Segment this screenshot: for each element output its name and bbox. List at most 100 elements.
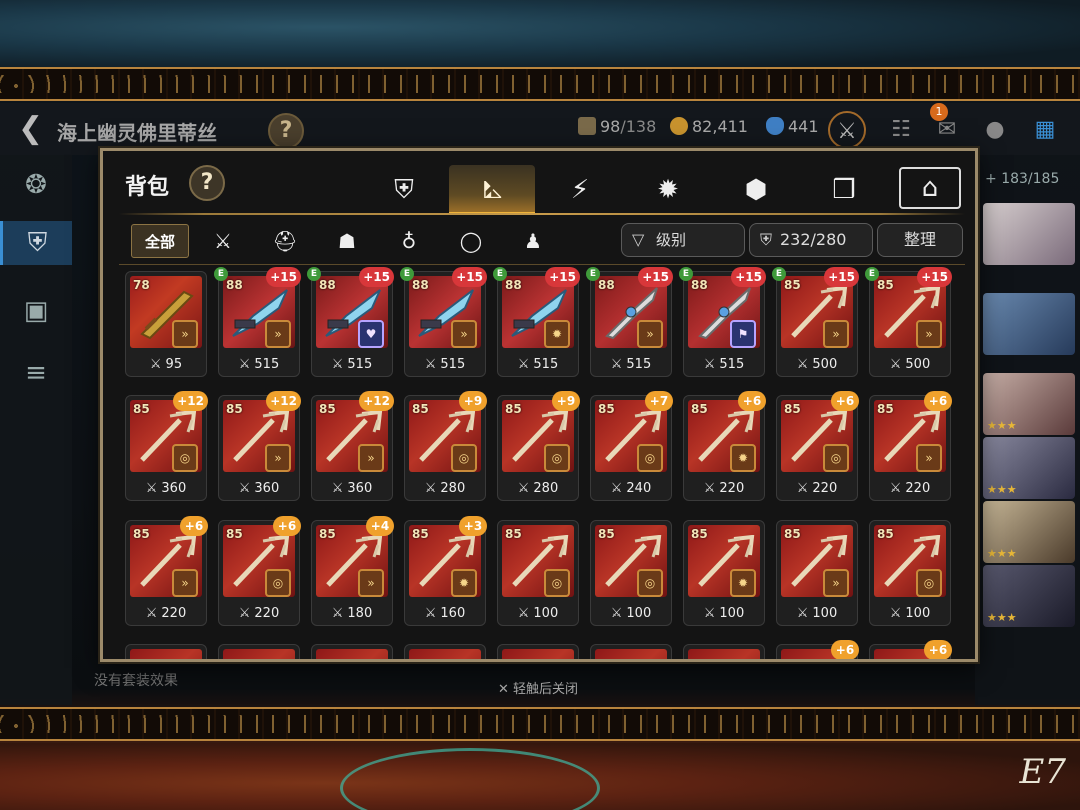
- hero-skill-icon[interactable]: ❂: [14, 163, 58, 207]
- inventory-item[interactable]: 85 » +6 ⚔ 220: [125, 516, 208, 626]
- inventory-item[interactable]: 85 ◎ +9 ⚔ 280: [404, 391, 487, 501]
- hero-portrait[interactable]: ★★★: [983, 373, 1075, 435]
- stamina-counter[interactable]: 98/138: [578, 117, 656, 136]
- inventory-item[interactable]: 88 » E +15 ⚔ 515: [400, 267, 487, 377]
- enhance-badge: +7: [645, 391, 673, 411]
- equipment-tab-icon[interactable]: ⛨: [0, 221, 72, 265]
- back-button[interactable]: ❮: [18, 114, 48, 144]
- inventory-item[interactable]: 85 » +4 ⚔ 180: [311, 516, 394, 626]
- inventory-item[interactable]: 85 » E +15 ⚔ 500: [865, 267, 952, 377]
- attack-icon: ⚔: [238, 357, 251, 372]
- inventory-item[interactable]: 85 » +12 ⚔ 360: [218, 391, 301, 501]
- tab-unequipped[interactable]: ⛡: [449, 165, 535, 215]
- inventory-item[interactable]: [683, 644, 765, 659]
- subtab-armor-icon[interactable]: ☗: [325, 224, 369, 258]
- hero-portrait[interactable]: [983, 203, 1075, 265]
- subtab-helmet-icon[interactable]: ⛑: [263, 224, 307, 258]
- gem-value: 441: [788, 117, 819, 136]
- hero-portrait[interactable]: [983, 293, 1075, 355]
- item-level: 85: [319, 402, 336, 416]
- inventory-item[interactable]: 85 ◎ ⚔ 100: [590, 520, 672, 626]
- inventory-item[interactable]: 85 ◎ ⚔ 100: [869, 520, 951, 626]
- inventory-item[interactable]: 85 » E +15 ⚔ 500: [772, 267, 859, 377]
- inventory-item[interactable]: 85 ◎ +9 ⚔ 280: [497, 391, 580, 501]
- sort-dropdown[interactable]: ▽ 级别: [621, 223, 745, 257]
- stat-value: 180: [347, 606, 373, 621]
- subtab-necklace-icon[interactable]: ♁: [387, 224, 431, 258]
- subtab-all[interactable]: 全部: [131, 224, 189, 258]
- hero-portrait[interactable]: ★★★: [983, 437, 1075, 499]
- divider: [119, 213, 965, 215]
- enhance-badge: +6: [924, 640, 952, 659]
- item-level: 85: [877, 402, 894, 416]
- scroll-icon[interactable]: ≡: [14, 351, 58, 395]
- inventory-item[interactable]: 88 ♥ E +15 ⚔ 515: [307, 267, 394, 377]
- inventory-item[interactable]: 88 » E +15 ⚔ 515: [586, 267, 673, 377]
- profile-icon[interactable]: ▣: [14, 289, 58, 333]
- tab-materials[interactable]: ✹: [625, 165, 711, 215]
- inventory-item[interactable]: 85 » ⚔ 100: [776, 520, 858, 626]
- stat-value: 220: [254, 606, 280, 621]
- subtab-ring-icon[interactable]: ◯: [449, 224, 493, 258]
- inventory-item[interactable]: 85 ✹ +6 ⚔ 220: [683, 391, 766, 501]
- hero-portrait[interactable]: ★★★: [983, 565, 1075, 627]
- inventory-item[interactable]: 85 » +6 ⚔ 220: [869, 391, 952, 501]
- attack-icon: ⚔: [238, 606, 251, 621]
- help-button[interactable]: ?: [268, 113, 304, 149]
- stat-value: 500: [905, 357, 931, 372]
- subtab-boots-icon[interactable]: ♟: [511, 224, 555, 258]
- inventory-item[interactable]: +6: [776, 640, 859, 659]
- inventory-item[interactable]: 85 ◎ +7 ⚔ 240: [590, 391, 673, 501]
- tap-to-close-hint[interactable]: ✕ 轻触后关闭: [498, 678, 578, 697]
- attack-icon: ⚔: [424, 481, 437, 496]
- gem-counter[interactable]: 441: [766, 117, 819, 136]
- set-type-icon: »: [916, 320, 942, 348]
- tab-equipment[interactable]: ⛨: [361, 165, 447, 215]
- inventory-help-button[interactable]: ?: [189, 165, 225, 201]
- inventory-item[interactable]: 88 ⚑ E +15 ⚔ 515: [679, 267, 766, 377]
- set-type-icon: ✹: [730, 444, 756, 472]
- enhance-badge: +15: [917, 267, 952, 287]
- enhance-badge: +15: [638, 267, 673, 287]
- inventory-item[interactable]: 85 ◎ +12 ⚔ 360: [125, 391, 208, 501]
- hero-roster-panel: + 183/185 ★★★ ★★★ ★★★ ★★★: [975, 155, 1080, 705]
- inventory-item[interactable]: +6: [869, 640, 952, 659]
- inventory-item[interactable]: [311, 644, 393, 659]
- stamina-max: /138: [620, 117, 657, 136]
- gold-counter[interactable]: 82,411: [670, 117, 748, 136]
- inventory-item[interactable]: 85 ◎ +6 ⚔ 220: [218, 516, 301, 626]
- inventory-item[interactable]: [404, 644, 486, 659]
- item-level: 88: [319, 278, 336, 292]
- inventory-item[interactable]: 88 ✹ E +15 ⚔ 515: [493, 267, 580, 377]
- hero-portrait[interactable]: ★★★: [983, 501, 1075, 563]
- inventory-item[interactable]: 85 ◎ ⚔ 100: [497, 520, 579, 626]
- attack-icon: ⚔: [149, 357, 162, 372]
- inventory-item[interactable]: 85 ✹ +3 ⚔ 160: [404, 516, 487, 626]
- tab-consumables[interactable]: ⬢: [713, 165, 799, 215]
- enhance-badge: +15: [359, 267, 394, 287]
- hero-name: 海上幽灵佛里蒂丝: [57, 121, 217, 145]
- inventory-item[interactable]: 85 ◎ +6 ⚔ 220: [776, 391, 859, 501]
- inventory-item[interactable]: 85 ✹ ⚔ 100: [683, 520, 765, 626]
- inventory-item[interactable]: [125, 644, 207, 659]
- subtab-weapon-icon[interactable]: ⚔: [201, 224, 245, 258]
- inventory-item[interactable]: [590, 644, 672, 659]
- stat-value: 160: [440, 606, 466, 621]
- shop-icon[interactable]: ☷: [882, 111, 920, 149]
- set-type-icon: ◎: [544, 569, 570, 597]
- chat-icon[interactable]: ●: [976, 111, 1014, 149]
- inventory-item[interactable]: 85 » +12 ⚔ 360: [311, 391, 394, 501]
- inventory-item[interactable]: 88 » E +15 ⚔ 515: [214, 267, 301, 377]
- inventory-capacity[interactable]: ⛨ 232/280: [749, 223, 873, 257]
- arrange-button[interactable]: 整理: [877, 223, 963, 257]
- tab-misc[interactable]: ❒: [801, 165, 887, 215]
- stat-value: 100: [719, 606, 745, 621]
- inventory-item[interactable]: 78 » ⚔ 95: [125, 271, 207, 377]
- menu-grid-icon[interactable]: ▦: [1026, 111, 1064, 149]
- tab-storage[interactable]: ⌂: [899, 167, 961, 209]
- stat-value: 360: [347, 481, 373, 496]
- inventory-item[interactable]: [218, 644, 300, 659]
- arena-icon[interactable]: ⚔: [828, 111, 866, 149]
- tab-artifacts[interactable]: ⚡: [537, 165, 623, 215]
- inventory-item[interactable]: [497, 644, 579, 659]
